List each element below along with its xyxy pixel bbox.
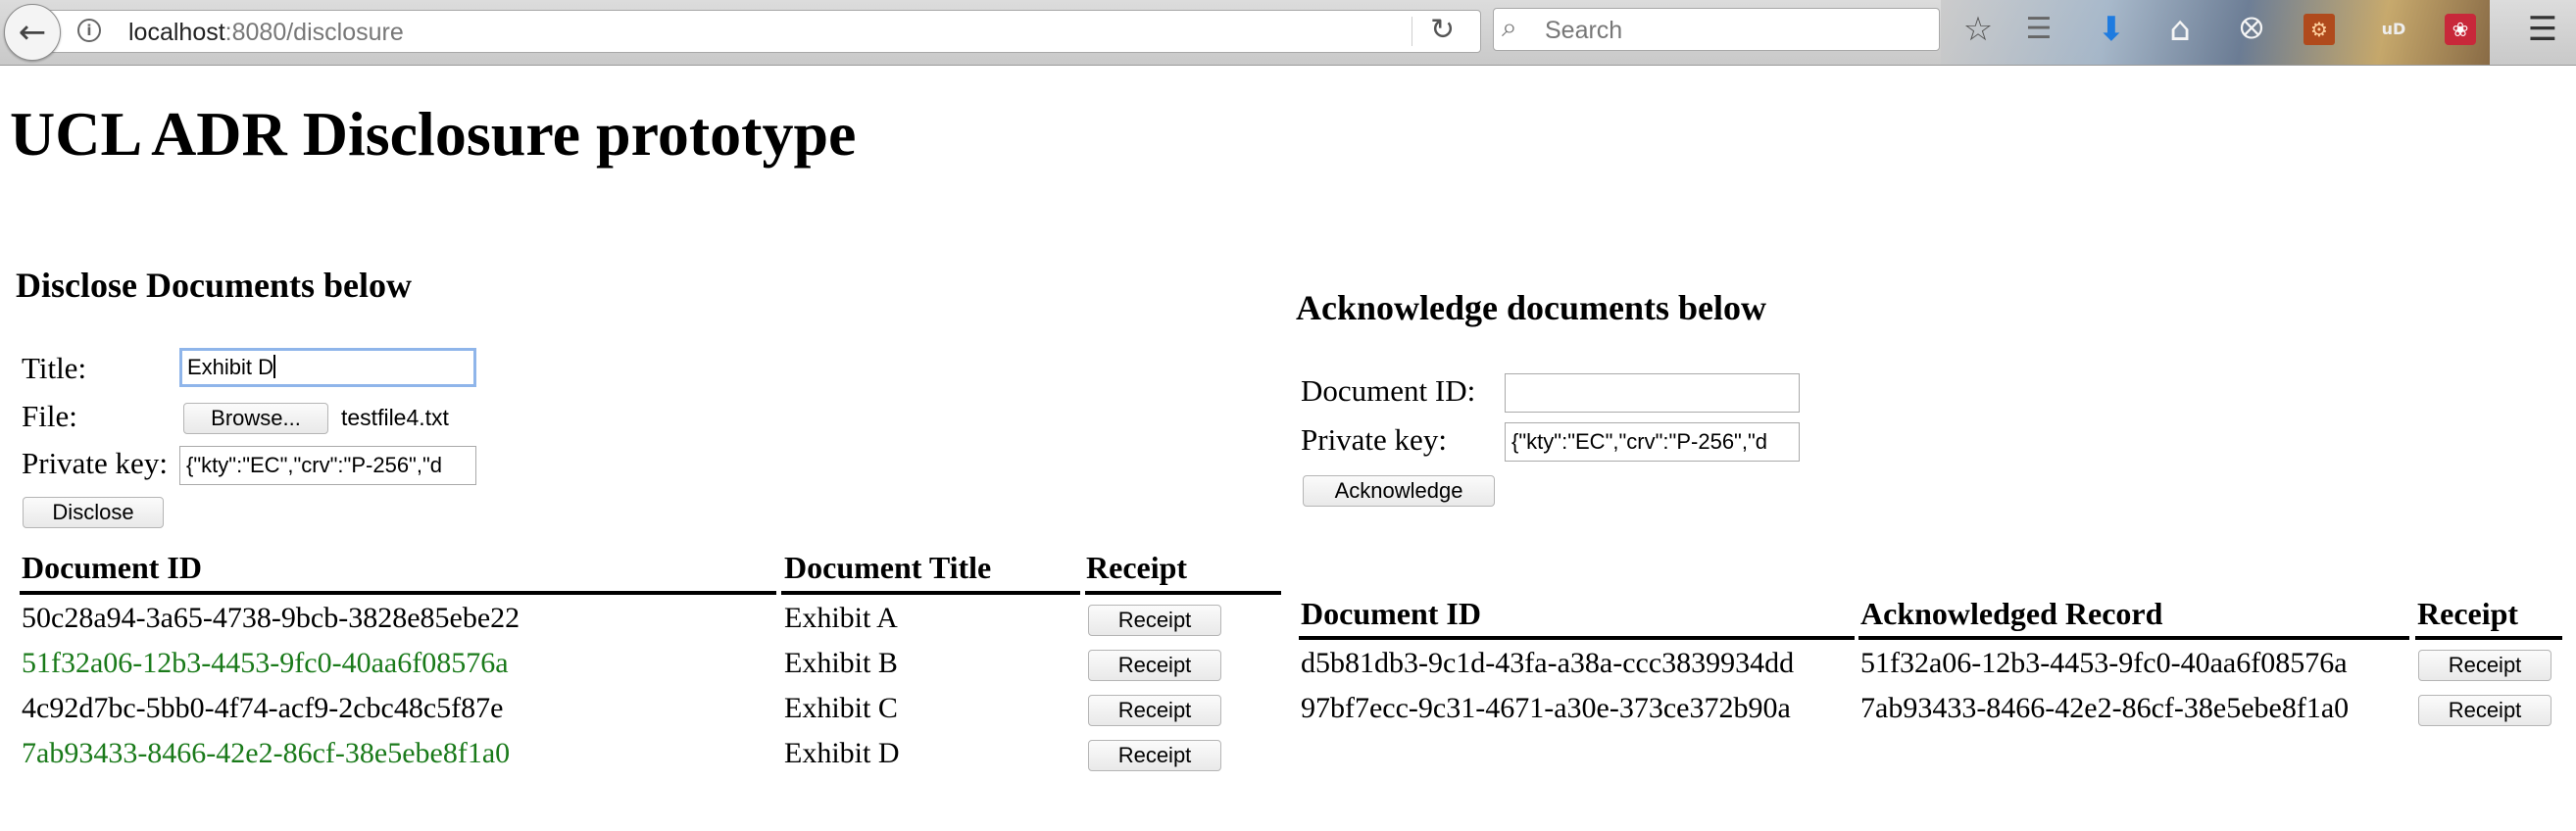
menu-icon[interactable]: ☰	[2523, 10, 2562, 49]
title-label: Title:	[22, 351, 87, 385]
document-title-cell: Exhibit B	[784, 647, 898, 679]
browse-button[interactable]: Browse...	[183, 403, 328, 434]
search-placeholder: Search	[1545, 17, 1623, 44]
disclose-button[interactable]: Disclose	[23, 497, 164, 528]
reload-icon[interactable]: ↻	[1430, 13, 1455, 47]
url-host: localhost	[128, 19, 225, 46]
title-input[interactable]: Exhibit D	[179, 348, 476, 387]
document-id-cell: 51f32a06-12b3-4453-9fc0-40aa6f08576a	[22, 647, 509, 679]
header-underline	[2415, 636, 2562, 640]
receipt-button[interactable]: Receipt	[2418, 695, 2551, 726]
document-title-cell: Exhibit A	[784, 602, 898, 634]
acknowledged-record-cell: 51f32a06-12b3-4453-9fc0-40aa6f08576a	[1860, 647, 2348, 679]
receipt-button[interactable]: Receipt	[1088, 605, 1221, 636]
acknowledge-heading: Acknowledge documents below	[1296, 288, 1767, 327]
document-id-cell: 4c92d7bc-5bb0-4f74-acf9-2cbc48c5f87e	[22, 692, 504, 724]
col-header-document-id: Document ID	[22, 550, 202, 585]
file-label: File:	[22, 399, 77, 433]
home-icon[interactable]: ⌂	[2160, 10, 2200, 49]
acknowledged-record-cell: 7ab93433-8466-42e2-86cf-38e5ebe8f1a0	[1860, 692, 2350, 724]
receipt-button[interactable]: Receipt	[1088, 695, 1221, 726]
private-key-label: Private key:	[22, 446, 168, 480]
ublock-icon[interactable]: uD	[2374, 10, 2413, 49]
pocket-icon[interactable]: ⭙	[2232, 10, 2271, 49]
title-input-value: Exhibit D	[187, 355, 274, 379]
ack-document-id-cell: d5b81db3-9c1d-43fa-a38a-ccc3839934dd	[1301, 647, 1795, 679]
search-icon: ⌕	[1502, 11, 1517, 43]
receipt-button[interactable]: Receipt	[2418, 650, 2551, 681]
document-id-label: Document ID:	[1301, 373, 1476, 408]
download-icon[interactable]: ⬇	[2092, 10, 2131, 49]
header-underline	[1085, 591, 1281, 595]
document-title-cell: Exhibit C	[784, 692, 898, 724]
col-header-receipt: Receipt	[1086, 550, 1188, 585]
info-icon[interactable]: i	[77, 19, 101, 42]
col-header-document-title: Document Title	[784, 550, 992, 585]
col-header-receipt: Receipt	[2417, 596, 2519, 631]
ack-private-key-input[interactable]: {"kty":"EC","crv":"P-256","d	[1505, 422, 1800, 462]
private-key-input[interactable]: {"kty":"EC","crv":"P-256","d	[179, 446, 476, 485]
url-bar[interactable]: i localhost:8080/disclosure ↻	[43, 10, 1481, 53]
header-underline	[1858, 636, 2409, 640]
document-title-cell: Exhibit D	[784, 737, 900, 769]
acknowledge-button[interactable]: Acknowledge	[1303, 475, 1495, 507]
page-title: UCL ADR Disclosure prototype	[10, 99, 857, 169]
selected-file-name: testfile4.txt	[341, 405, 449, 430]
ack-private-key-label: Private key:	[1301, 422, 1447, 457]
receipt-button[interactable]: Receipt	[1088, 740, 1221, 771]
col-header-acknowledged-record: Acknowledged Record	[1860, 596, 2163, 631]
text-caret	[273, 355, 276, 378]
extension-paw-icon[interactable]: ❀	[2445, 14, 2476, 45]
url-text: localhost:8080/disclosure	[128, 19, 404, 47]
document-id-cell: 7ab93433-8466-42e2-86cf-38e5ebe8f1a0	[22, 737, 511, 769]
bookmark-star-icon[interactable]: ☆	[1958, 10, 1998, 49]
browser-toolbar: ← i localhost:8080/disclosure ↻ ⌕ Search…	[0, 0, 2576, 66]
document-id-input[interactable]	[1505, 373, 1800, 413]
extension-icon[interactable]: ⚙	[2304, 14, 2335, 45]
col-header-document-id: Document ID	[1301, 596, 1481, 631]
document-id-cell: 50c28a94-3a65-4738-9bcb-3828e85ebe22	[22, 602, 520, 634]
back-icon[interactable]: ←	[4, 4, 61, 61]
header-underline	[1299, 636, 1855, 640]
disclose-heading: Disclose Documents below	[16, 266, 412, 305]
receipt-button[interactable]: Receipt	[1088, 650, 1221, 681]
reading-list-icon[interactable]: ☰	[2019, 10, 2058, 49]
search-bar[interactable]: ⌕ Search	[1493, 8, 1940, 51]
header-underline	[20, 591, 776, 595]
ack-document-id-cell: 97bf7ecc-9c31-4671-a30e-373ce372b90a	[1301, 692, 1791, 724]
header-underline	[781, 591, 1080, 595]
url-path: :8080/disclosure	[224, 19, 404, 46]
